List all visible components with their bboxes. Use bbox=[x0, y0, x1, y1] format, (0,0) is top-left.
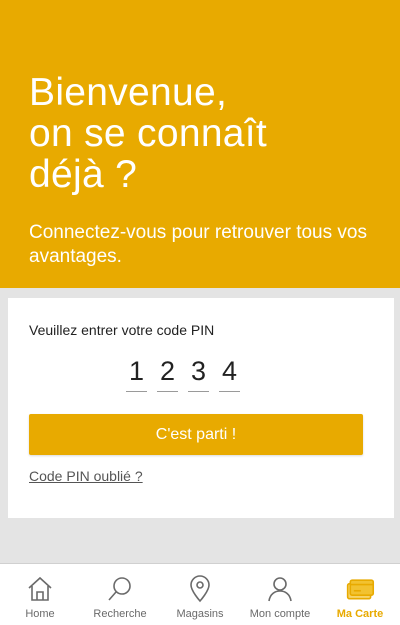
welcome-header: Bienvenue, on se connaît déjà ? Connecte… bbox=[0, 0, 400, 288]
tab-my-card-label: Ma Carte bbox=[336, 608, 384, 620]
pin-digit-4[interactable]: 4 bbox=[219, 354, 240, 392]
home-icon bbox=[25, 574, 55, 604]
welcome-subtitle: Connectez-vous pour retrouver tous vos a… bbox=[29, 222, 367, 267]
forgot-pin-link[interactable]: Code PIN oublié ? bbox=[29, 468, 143, 484]
bottom-tab-bar: Home Recherche Magasins Mon compte Ma Ca… bbox=[0, 563, 400, 625]
user-icon bbox=[265, 574, 295, 604]
submit-button[interactable]: C'est parti ! bbox=[29, 414, 363, 455]
welcome-title-line-2: on se connaît bbox=[29, 112, 268, 155]
welcome-title-line-1: Bienvenue, bbox=[29, 71, 228, 114]
search-icon bbox=[105, 574, 135, 604]
tab-my-card[interactable]: Ma Carte bbox=[320, 564, 400, 625]
tab-search[interactable]: Recherche bbox=[80, 564, 160, 625]
tab-account[interactable]: Mon compte bbox=[240, 564, 320, 625]
tab-home[interactable]: Home bbox=[0, 564, 80, 625]
map-pin-icon bbox=[185, 574, 215, 604]
tab-stores-label: Magasins bbox=[176, 608, 224, 620]
welcome-title: Bienvenue, on se connaît déjà ? bbox=[29, 72, 267, 195]
card-icon bbox=[345, 574, 375, 604]
tab-stores[interactable]: Magasins bbox=[160, 564, 240, 625]
pin-digit-2[interactable]: 2 bbox=[157, 354, 178, 392]
pin-label: Veuillez entrer votre code PIN bbox=[29, 322, 215, 338]
tab-search-label: Recherche bbox=[93, 608, 147, 620]
welcome-title-line-3: déjà ? bbox=[29, 153, 138, 196]
pin-card: Veuillez entrer votre code PIN 1 2 3 4 C… bbox=[8, 298, 394, 518]
pin-digit-3[interactable]: 3 bbox=[188, 354, 209, 392]
pin-digit-1[interactable]: 1 bbox=[126, 354, 147, 392]
pin-input-group: 1 2 3 4 bbox=[126, 354, 240, 392]
tab-account-label: Mon compte bbox=[249, 608, 311, 620]
tab-home-label: Home bbox=[25, 608, 55, 620]
